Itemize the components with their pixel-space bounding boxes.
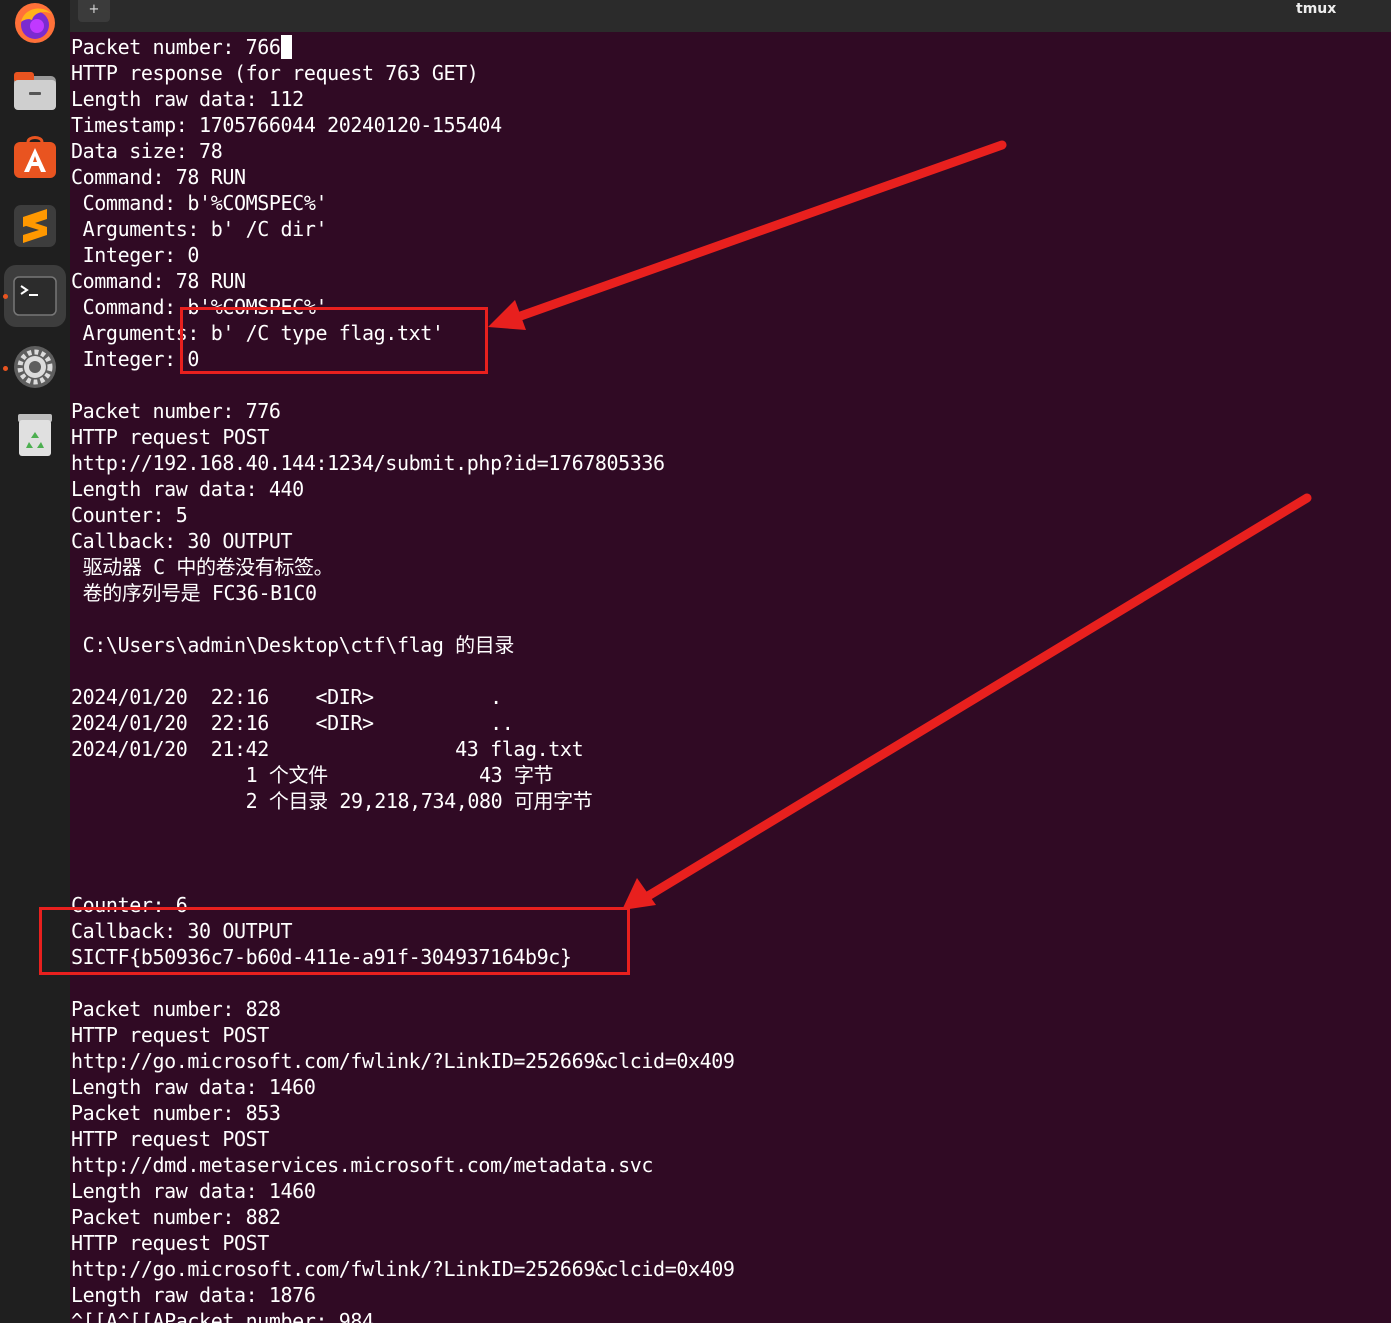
app-center-icon[interactable] [12, 134, 58, 180]
terminal-line: Packet number: 776 [71, 399, 281, 423]
running-indicator [3, 366, 8, 371]
terminal-line: Timestamp: 1705766044 20240120-155404 [71, 113, 502, 137]
terminal-output[interactable]: Packet number: 766 HTTP response (for req… [71, 34, 1381, 1323]
terminal-line: HTTP request POST [71, 1023, 269, 1047]
terminal-line: Length raw data: 440 [71, 477, 304, 501]
terminal-line: Arguments: b' /C dir' [71, 217, 328, 241]
terminal-line: Counter: 5 [71, 503, 188, 527]
terminal-line: HTTP request POST [71, 425, 269, 449]
terminal-line: Length raw data: 1460 [71, 1075, 316, 1099]
terminal-line: http://192.168.40.144:1234/submit.php?id… [71, 451, 665, 475]
terminal-line: 卷的序列号是 FC36-B1C0 [71, 581, 317, 605]
terminal-line: Command: 78 RUN [71, 165, 246, 189]
terminal-line: Command: b'%COMSPEC%' [71, 191, 328, 215]
terminal-line: ^[[A^[[APacket number: 984 [71, 1309, 374, 1323]
terminal-line: 1 个文件 43 字节 [71, 763, 554, 787]
terminal-line: C:\Users\admin\Desktop\ctf\flag 的目录 [71, 633, 515, 657]
files-icon[interactable] [12, 68, 58, 114]
terminal-line: Packet number: 853 [71, 1101, 281, 1125]
terminal-line: HTTP response (for request 763 GET) [71, 61, 479, 85]
terminal-line: 2024/01/20 22:16 <DIR> . [71, 685, 502, 709]
trash-icon[interactable] [12, 412, 58, 458]
terminal-line: Packet number: 882 [71, 1205, 281, 1229]
terminal-line: http://go.microsoft.com/fwlink/?LinkID=2… [71, 1257, 735, 1281]
terminal-line: Callback: 30 OUTPUT [71, 529, 293, 553]
terminal-line: Command: 78 RUN [71, 269, 246, 293]
terminal-line: Length raw data: 1460 [71, 1179, 316, 1203]
terminal-line: HTTP request POST [71, 1231, 269, 1255]
firefox-icon[interactable] [12, 0, 58, 46]
terminal-line: Length raw data: 112 [71, 87, 304, 111]
terminal-line: 驱动器 C 中的卷没有标签。 [71, 555, 334, 579]
running-indicator [3, 294, 8, 299]
dock [0, 0, 70, 1323]
window-title: tmux [1296, 1, 1337, 17]
text-cursor [280, 35, 292, 59]
terminal-line: 2024/01/20 22:16 <DIR> .. [71, 711, 514, 735]
plus-icon: + [88, 2, 100, 17]
terminal-header-bar: + tmux [70, 0, 1391, 32]
terminal-line: Data size: 78 [71, 139, 223, 163]
terminal-icon[interactable] [12, 273, 58, 319]
annotation-box-command [180, 307, 488, 374]
settings-icon[interactable] [12, 344, 58, 390]
terminal-line: Packet number: 766 [71, 34, 292, 60]
terminal-line: http://dmd.metaservices.microsoft.com/me… [71, 1153, 654, 1177]
terminal-line: Integer: 0 [71, 243, 200, 267]
new-tab-button[interactable]: + [78, 0, 110, 22]
terminal-line: Packet number: 828 [71, 997, 281, 1021]
terminal-line: Length raw data: 1876 [71, 1283, 316, 1307]
terminal-line: HTTP request POST [71, 1127, 269, 1151]
terminal-line: http://go.microsoft.com/fwlink/?LinkID=2… [71, 1049, 735, 1073]
terminal-line: 2024/01/20 21:42 43 flag.txt [71, 737, 584, 761]
annotation-box-flag [39, 907, 630, 975]
terminal-line: 2 个目录 29,218,734,080 可用字节 [71, 789, 593, 813]
sublime-text-icon[interactable] [12, 203, 58, 249]
